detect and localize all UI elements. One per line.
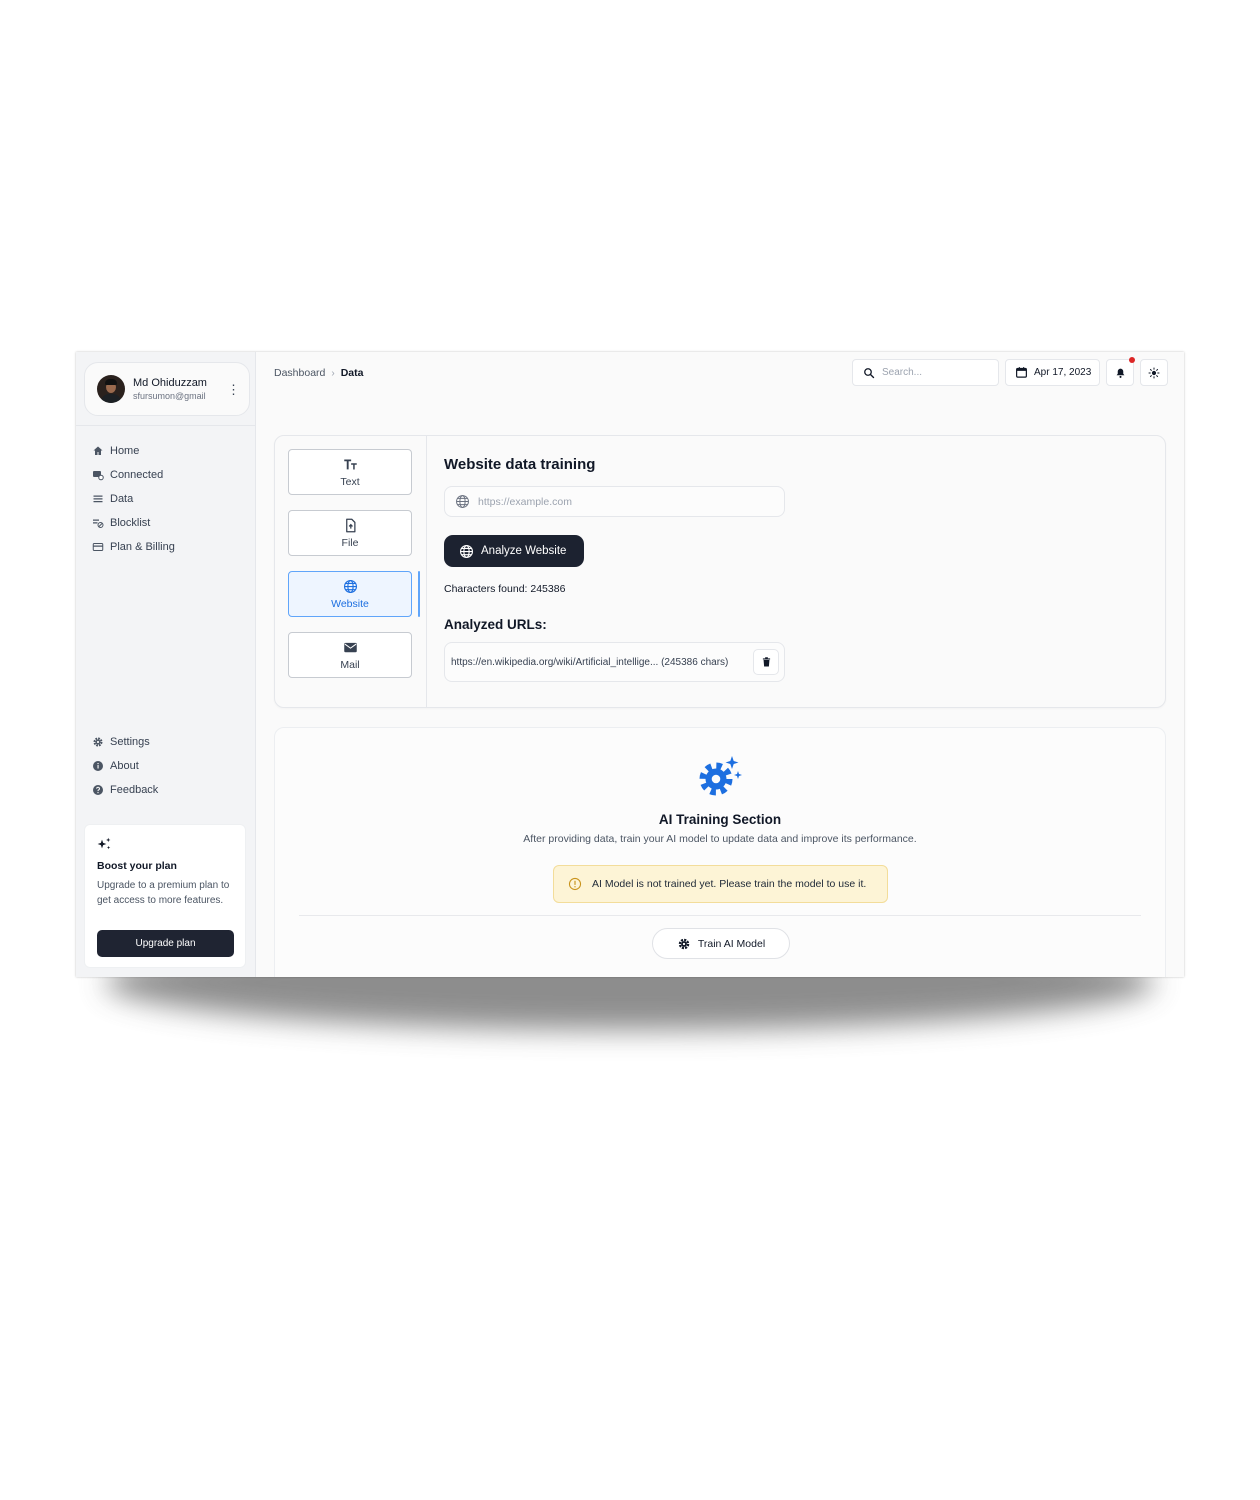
type-website-button[interactable]: Website [288, 571, 412, 617]
date-picker[interactable]: Apr 17, 2023 [1005, 359, 1100, 386]
trash-icon [762, 657, 770, 667]
sidebar-item-about[interactable]: About [92, 754, 242, 778]
analyze-button-label: Analyze Website [481, 545, 567, 557]
notification-dot [1129, 357, 1135, 363]
globe-icon [456, 495, 469, 508]
data-type-selector: Text File Website Mail [275, 436, 427, 707]
boost-plan-card: Boost your plan Upgrade to a premium pla… [84, 824, 246, 968]
form-title: Website data training [444, 456, 596, 473]
characters-found: Characters found: 245386 [444, 583, 566, 595]
sidebar-item-label: Home [110, 445, 140, 457]
ai-section-title: AI Training Section [658, 812, 782, 827]
main-content: Dashboard › Data Apr 17, 2023 Text [256, 352, 1184, 977]
profile-card[interactable]: Md Ohiduzzam sfursumon@gmail ⋮ [84, 362, 250, 416]
app-window: Md Ohiduzzam sfursumon@gmail ⋮ Home Conn… [76, 352, 1184, 977]
home-icon [93, 446, 103, 455]
gear-icon [93, 737, 103, 747]
url-field[interactable] [444, 486, 785, 517]
mail-icon [343, 642, 357, 652]
file-upload-icon [345, 518, 355, 532]
data-list-icon [93, 495, 103, 503]
analyzed-url-text: https://en.wikipedia.org/wiki/Artificial… [451, 656, 729, 668]
text-type-icon [343, 459, 357, 469]
analyzed-urls-title: Analyzed URLs: [444, 617, 547, 632]
question-icon [93, 785, 103, 795]
sun-icon [1148, 367, 1160, 378]
search-input[interactable] [882, 367, 992, 378]
profile-name: Md Ohiduzzam [133, 377, 207, 389]
delete-url-button[interactable] [753, 649, 779, 675]
date-label: Apr 17, 2023 [1034, 367, 1092, 378]
sidebar-item-data[interactable]: Data [92, 487, 242, 511]
sidebar-item-label: Data [110, 493, 134, 505]
sidebar-item-connected[interactable]: Connected [92, 463, 242, 487]
boost-title: Boost your plan [97, 860, 177, 872]
sidebar-nav-main: Home Connected Data Blocklist Plan & Bil… [92, 439, 242, 559]
sidebar-item-label: Plan & Billing [110, 541, 175, 553]
train-button-label: Train AI Model [697, 937, 766, 950]
blocklist-icon [93, 519, 104, 528]
sidebar-nav-secondary: Settings About Feedback [92, 730, 242, 802]
breadcrumb: Dashboard › Data [274, 367, 363, 379]
website-training-form: Website data training Analyze Website Ch… [427, 436, 1165, 707]
chevron-right-icon: › [331, 367, 335, 379]
profile-email: sfursumon@gmail [133, 391, 206, 401]
globe-icon [343, 579, 357, 593]
analyze-website-button[interactable]: Analyze Website [444, 535, 584, 567]
type-text-button[interactable]: Text [288, 449, 412, 495]
data-training-card: Text File Website Mail Website data trai… [274, 435, 1166, 708]
sidebar-item-label: Blocklist [110, 517, 151, 529]
type-file-button[interactable]: File [288, 510, 412, 556]
ai-section-description: After providing data, train your AI mode… [523, 833, 917, 845]
analyzed-url-item: https://en.wikipedia.org/wiki/Artificial… [444, 642, 785, 682]
sidebar-item-plan-billing[interactable]: Plan & Billing [92, 535, 242, 559]
globe-icon [460, 544, 473, 558]
upgrade-plan-button[interactable]: Upgrade plan [97, 930, 234, 957]
url-input[interactable] [478, 495, 778, 508]
sidebar: Md Ohiduzzam sfursumon@gmail ⋮ Home Conn… [76, 352, 256, 977]
breadcrumb-dashboard[interactable]: Dashboard [274, 367, 325, 379]
sidebar-item-home[interactable]: Home [92, 439, 242, 463]
sidebar-item-label: Feedback [110, 784, 159, 796]
type-label: File [341, 536, 359, 549]
type-label: Text [340, 475, 360, 488]
train-ai-model-button[interactable]: Train AI Model [652, 928, 790, 959]
search-box[interactable] [852, 359, 999, 386]
ai-training-section: AI Training Section After providing data… [274, 727, 1166, 977]
sidebar-item-settings[interactable]: Settings [92, 730, 242, 754]
active-tab-indicator [418, 571, 420, 617]
sidebar-item-label: Connected [110, 469, 164, 481]
bell-icon [1116, 368, 1124, 378]
billing-card-icon [92, 543, 104, 551]
model-warning-banner: AI Model is not trained yet. Please trai… [553, 865, 888, 903]
sidebar-item-blocklist[interactable]: Blocklist [92, 511, 242, 535]
breadcrumb-current: Data [340, 367, 364, 379]
calendar-icon [1016, 367, 1027, 378]
sidebar-item-label: About [110, 760, 139, 772]
search-icon [864, 367, 875, 378]
sidebar-item-feedback[interactable]: Feedback [92, 778, 242, 802]
sparkles-icon [97, 837, 111, 850]
sidebar-divider [76, 425, 255, 426]
theme-toggle-button[interactable] [1140, 359, 1168, 386]
avatar [97, 375, 125, 403]
type-mail-button[interactable]: Mail [288, 632, 412, 678]
ai-gear-sparkle-icon [699, 756, 742, 796]
info-icon [93, 761, 103, 771]
notifications-button[interactable] [1106, 357, 1135, 386]
warning-info-icon [568, 877, 582, 891]
connected-icon [93, 471, 104, 481]
warning-text: AI Model is not trained yet. Please trai… [592, 878, 867, 890]
gear-icon [678, 938, 690, 949]
section-divider [299, 915, 1141, 916]
more-options-icon[interactable]: ⋮ [227, 383, 240, 396]
sidebar-item-label: Settings [110, 736, 150, 748]
boost-description: Upgrade to a premium plan to get access … [97, 880, 230, 906]
type-label: Website [331, 597, 369, 610]
type-label: Mail [340, 658, 360, 671]
